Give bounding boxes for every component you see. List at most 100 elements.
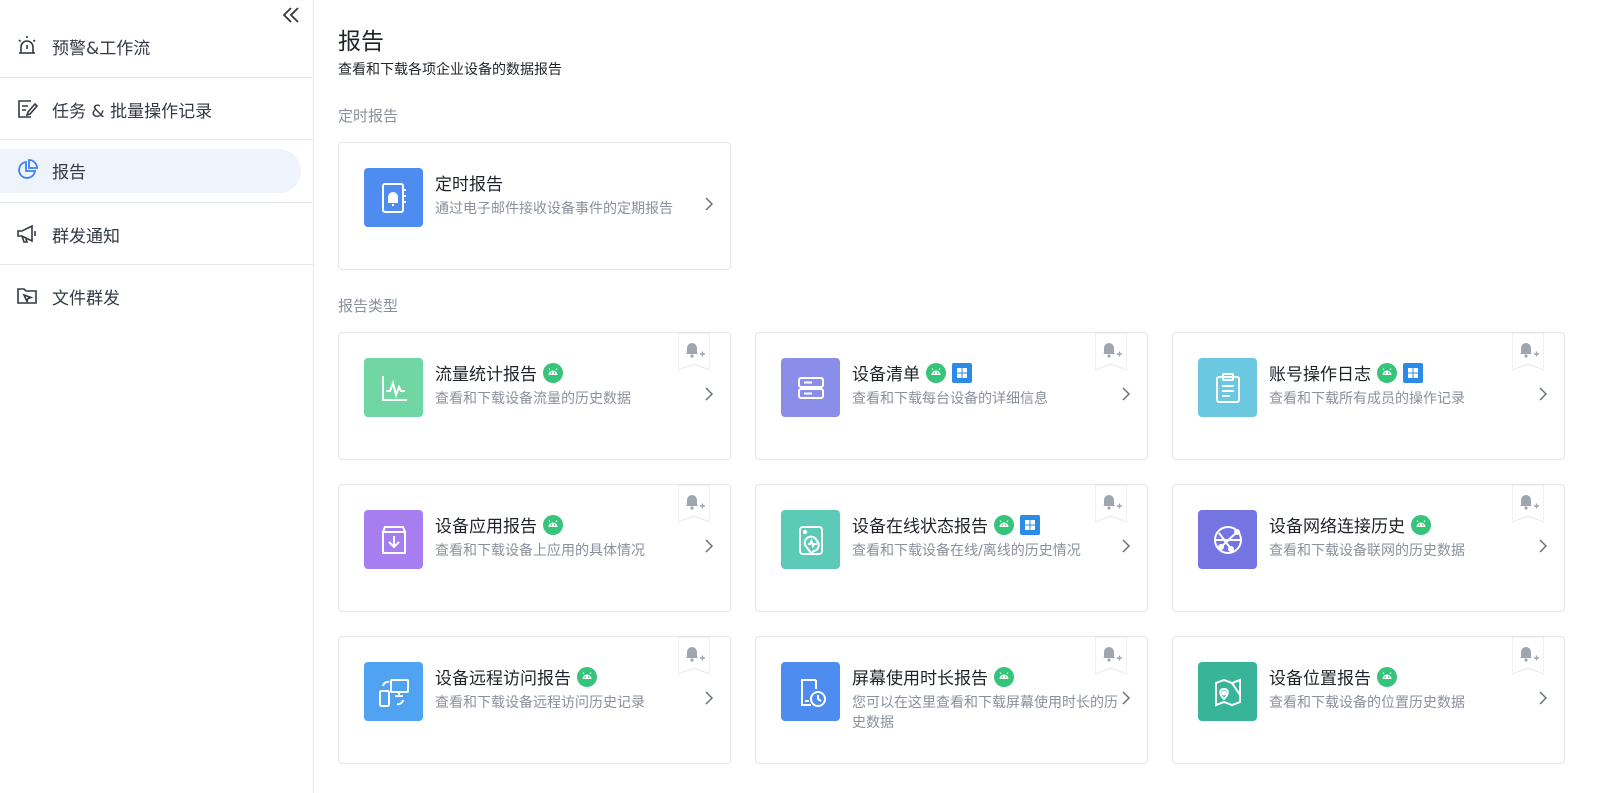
subscribe-bell-icon[interactable] <box>1511 332 1545 371</box>
android-icon <box>543 514 563 535</box>
megaphone-icon <box>16 223 38 245</box>
sidebar-item-broadcast[interactable]: 群发通知 <box>0 203 313 265</box>
server-list-icon <box>781 358 840 417</box>
chevron-right-icon <box>705 387 714 401</box>
section-label-report-types: 报告类型 <box>338 297 399 315</box>
subscribe-bell-icon[interactable] <box>677 636 711 675</box>
card-title: 设备清单 <box>852 365 920 385</box>
pie-chart-icon <box>16 159 38 181</box>
chevron-right-icon <box>1539 539 1548 553</box>
folder-send-icon <box>16 285 38 307</box>
sidebar-item-tasks[interactable]: 任务 & 批量操作记录 <box>0 78 313 140</box>
android-icon <box>1411 514 1431 535</box>
subscribe-bell-icon[interactable] <box>1094 636 1128 675</box>
subscribe-bell-icon[interactable] <box>1511 636 1545 675</box>
subscribe-bell-icon[interactable] <box>1511 484 1545 523</box>
card-description: 查看和下载设备的位置历史数据 <box>1269 695 1465 711</box>
device-pulse-icon <box>781 510 840 569</box>
report-card[interactable]: 设备应用报告查看和下载设备上应用的具体情况 <box>338 484 731 612</box>
subscribe-bell-icon[interactable] <box>1094 484 1128 523</box>
sidebar-item-reports[interactable]: 报告 <box>0 139 313 201</box>
location-map-icon <box>1198 662 1257 721</box>
android-icon <box>926 362 946 383</box>
chevron-right-icon <box>1122 539 1131 553</box>
sidebar-item-label: 文件群发 <box>52 288 120 309</box>
card-title: 屏幕使用时长报告 <box>852 669 988 689</box>
card-title: 设备在线状态报告 <box>852 517 988 537</box>
sidebar-item-file-distribution[interactable]: 文件群发 <box>0 265 313 327</box>
alarm-icon <box>16 35 38 57</box>
card-title: 账号操作日志 <box>1269 365 1371 385</box>
chevron-right-icon <box>1539 691 1548 705</box>
card-title-row: 设备在线状态报告 <box>852 512 1040 537</box>
card-description: 通过电子邮件接收设备事件的定期报告 <box>435 201 673 217</box>
card-title-row: 账号操作日志 <box>1269 360 1423 385</box>
card-description: 查看和下载设备流量的历史数据 <box>435 391 631 407</box>
chevron-right-icon <box>1539 387 1548 401</box>
card-title-row: 设备应用报告 <box>435 512 563 537</box>
subscribe-bell-icon[interactable] <box>677 332 711 371</box>
report-card[interactable]: 设备在线状态报告查看和下载设备在线/离线的历史情况 <box>755 484 1148 612</box>
notebook-bell-icon <box>364 168 423 227</box>
card-description: 查看和下载每台设备的详细信息 <box>852 391 1048 407</box>
windows-icon <box>1020 514 1040 535</box>
chevron-right-icon <box>1122 387 1131 401</box>
card-title: 设备远程访问报告 <box>435 669 571 689</box>
windows-icon <box>952 362 972 383</box>
card-title-row: 设备远程访问报告 <box>435 664 597 689</box>
report-card[interactable]: 设备远程访问报告查看和下载设备远程访问历史记录 <box>338 636 731 764</box>
clipboard-icon <box>1198 358 1257 417</box>
card-title: 流量统计报告 <box>435 365 537 385</box>
traffic-chart-icon <box>364 358 423 417</box>
card-title-row: 设备位置报告 <box>1269 664 1397 689</box>
subscribe-bell-icon[interactable] <box>1094 332 1128 371</box>
card-description: 查看和下载设备上应用的具体情况 <box>435 543 645 559</box>
report-card[interactable]: 设备清单查看和下载每台设备的详细信息 <box>755 332 1148 460</box>
report-card[interactable]: 屏幕使用时长报告您可以在这里查看和下载屏幕使用时长的历史数据 <box>755 636 1148 764</box>
app-download-icon <box>364 510 423 569</box>
android-icon <box>543 362 563 383</box>
android-icon <box>1377 362 1397 383</box>
android-icon <box>994 666 1014 687</box>
report-card[interactable]: 账号操作日志查看和下载所有成员的操作记录 <box>1172 332 1565 460</box>
report-card[interactable]: 设备网络连接历史查看和下载设备联网的历史数据 <box>1172 484 1565 612</box>
section-label-scheduled: 定时报告 <box>338 107 399 125</box>
globe-network-icon <box>1198 510 1257 569</box>
active-indicator <box>0 149 301 193</box>
sidebar-item-label: 任务 & 批量操作记录 <box>52 101 213 122</box>
card-description: 查看和下载设备在线/离线的历史情况 <box>852 543 1081 559</box>
page-title: 报告 <box>338 29 384 55</box>
chevron-right-icon <box>705 691 714 705</box>
card-title-row: 流量统计报告 <box>435 360 563 385</box>
card-title: 设备应用报告 <box>435 517 537 537</box>
card-title: 设备位置报告 <box>1269 669 1371 689</box>
sidebar: 预警&工作流 任务 & 批量操作记录 报告 群发通知 文件群发 <box>0 0 314 793</box>
remote-access-icon <box>364 662 423 721</box>
card-description: 您可以在这里查看和下载屏幕使用时长的历史数据 <box>852 695 1118 731</box>
page-subtitle: 查看和下载各项企业设备的数据报告 <box>338 62 562 78</box>
sidebar-item-label: 报告 <box>52 162 86 183</box>
chevron-right-icon <box>705 539 714 553</box>
card-title: 设备网络连接历史 <box>1269 517 1405 537</box>
windows-icon <box>1403 362 1423 383</box>
android-icon <box>994 514 1014 535</box>
card-title-row: 设备清单 <box>852 360 972 385</box>
chevron-right-icon <box>1122 691 1131 705</box>
sidebar-item-label: 预警&工作流 <box>52 38 151 59</box>
android-icon <box>577 666 597 687</box>
card-description: 查看和下载设备联网的历史数据 <box>1269 543 1465 559</box>
card-title-row: 设备网络连接历史 <box>1269 512 1431 537</box>
report-card[interactable]: 设备位置报告查看和下载设备的位置历史数据 <box>1172 636 1565 764</box>
subscribe-bell-icon[interactable] <box>677 484 711 523</box>
card-title-row: 屏幕使用时长报告 <box>852 664 1014 689</box>
card-description: 查看和下载所有成员的操作记录 <box>1269 391 1465 407</box>
card-description: 查看和下载设备远程访问历史记录 <box>435 695 645 711</box>
android-icon <box>1377 666 1397 687</box>
scheduled-report-card[interactable]: 定时报告 通过电子邮件接收设备事件的定期报告 <box>338 142 731 270</box>
card-title: 定时报告 <box>435 175 503 195</box>
report-card[interactable]: 流量统计报告查看和下载设备流量的历史数据 <box>338 332 731 460</box>
screen-time-icon <box>781 662 840 721</box>
task-edit-icon <box>16 98 38 120</box>
chevron-right-icon <box>705 197 714 211</box>
sidebar-item-alerts-workflow[interactable]: 预警&工作流 <box>0 15 313 77</box>
